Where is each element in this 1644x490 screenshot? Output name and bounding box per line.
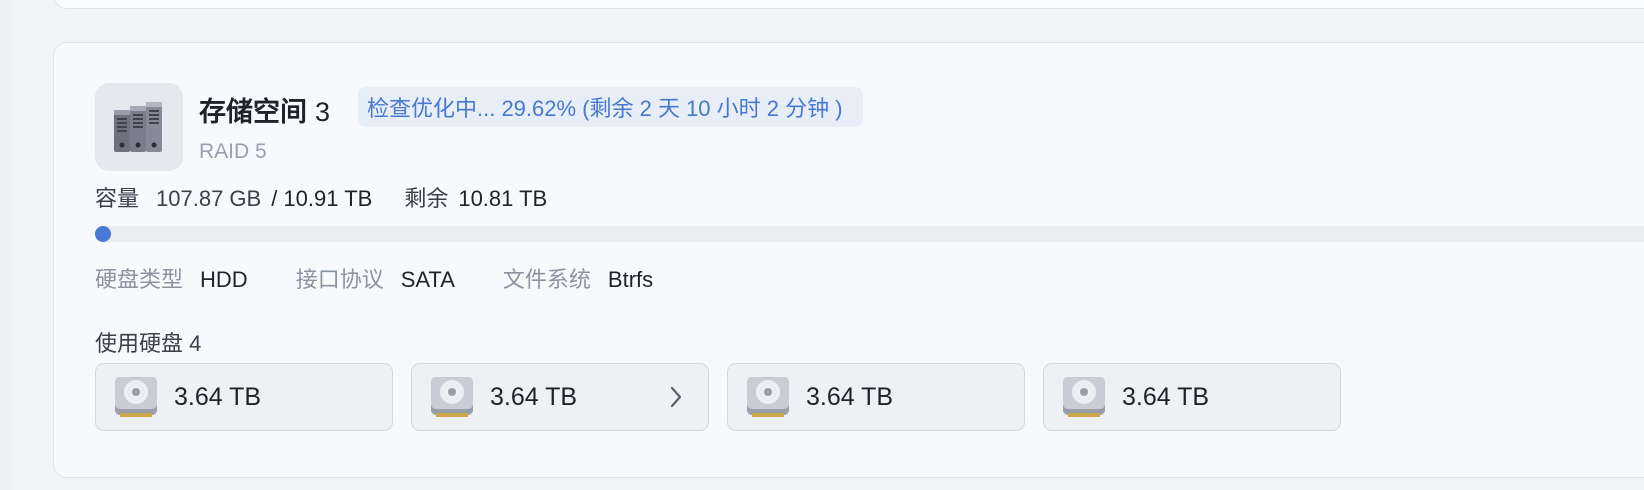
disks-label: 使用硬盘 4	[95, 331, 202, 356]
disk-size: 3.64 TB	[490, 382, 578, 411]
disk-card-3[interactable]: 3.64 TB	[727, 363, 1025, 431]
capacity-progress-bar	[95, 226, 1644, 242]
disk-size: 3.64 TB	[174, 382, 262, 411]
capacity-label: 容量	[95, 186, 140, 211]
capacity-total: / 10.91 TB	[271, 186, 373, 211]
filesystem-value: Btrfs	[607, 267, 654, 292]
disk-card-2[interactable]: 3.64 TB	[411, 363, 709, 431]
disk-card-1[interactable]: 3.64 TB	[95, 363, 393, 431]
capacity-row: 容量 107.87 GB / 10.91 TB 剩余 10.81 TB	[95, 181, 547, 213]
capacity-used: 107.87 GB	[156, 186, 262, 211]
raid-level: RAID 5	[199, 140, 267, 163]
hard-disk-icon	[115, 377, 157, 417]
previous-storage-card	[53, 0, 1644, 9]
disk-size: 3.64 TB	[1122, 382, 1210, 411]
storage-title-label: 存储空间	[199, 97, 307, 127]
hard-disk-icon	[747, 377, 789, 417]
storage-title: 存储空间 3	[199, 90, 330, 129]
remaining-value: 10.81 TB	[458, 186, 548, 211]
capacity-progress-fill	[95, 226, 111, 242]
filesystem-label: 文件系统	[502, 267, 591, 292]
server-icon	[95, 83, 183, 171]
disk-card-4[interactable]: 3.64 TB	[1043, 363, 1341, 431]
disk-size: 3.64 TB	[806, 382, 894, 411]
status-badge: 检查优化中... 29.62% (剩余 2 天 10 小时 2 分钟 )	[358, 87, 863, 127]
disk-type-value: HDD	[200, 267, 248, 292]
disk-type-label: 硬盘类型	[95, 267, 184, 292]
chevron-right-icon[interactable]	[668, 384, 684, 410]
storage-number: 3	[315, 97, 331, 127]
hard-disk-icon	[1063, 377, 1105, 417]
left-sidebar-edge	[0, 0, 12, 490]
remaining-label: 剩余	[404, 186, 449, 211]
interface-label: 接口协议	[295, 267, 384, 292]
spec-row: 硬盘类型 HDD 接口协议 SATA 文件系统 Btrfs	[95, 262, 653, 294]
interface-value: SATA	[400, 267, 455, 292]
hard-disk-icon	[431, 377, 473, 417]
